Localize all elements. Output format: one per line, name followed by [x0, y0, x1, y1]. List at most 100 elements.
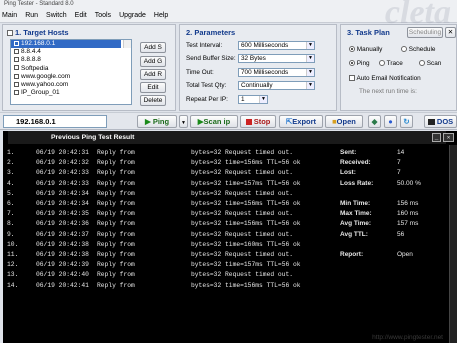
host-checkbox[interactable] [14, 48, 19, 54]
host-list-scrollbar[interactable]: ▲ ▼ [123, 40, 131, 49]
mode-schedule-radio[interactable]: Schedule [401, 46, 435, 53]
row-timestamp: 06/19 20:42:34 [36, 200, 89, 207]
address-field[interactable]: 192.168.0.1 [3, 115, 107, 128]
row-index: 12. [7, 261, 19, 269]
menu-edit[interactable]: Edit [75, 12, 87, 19]
ping-button[interactable]: ▶ Ping [137, 115, 177, 128]
results-scrollbar[interactable] [449, 145, 457, 343]
parameters-header: 2. Parameters [186, 28, 236, 37]
stat-value: 156 ms [397, 200, 419, 207]
row-index: 8. [7, 220, 15, 228]
close-icon[interactable]: ✕ [445, 27, 456, 38]
stat-label: Max Time: [340, 210, 372, 218]
repeat-select[interactable]: 1 ▼ [238, 95, 268, 104]
row-message: bytes=32 time=160ms TTL=56 ok [191, 240, 301, 248]
host-checkbox[interactable] [14, 65, 19, 71]
test-interval-select[interactable]: 600 Milliseconds ▼ [238, 41, 315, 50]
menu-help[interactable]: Help [154, 12, 168, 19]
menu-tools[interactable]: Tools [95, 12, 111, 19]
row-message: bytes=32 time=157ms TTL=56 ok [191, 179, 301, 187]
timeout-label: Time Out: [186, 69, 214, 76]
host-item[interactable]: 192.168.0.1 [11, 40, 121, 49]
host-item[interactable]: 8.8.8.8 [11, 56, 131, 64]
row-reply-from: Reply from [97, 271, 135, 279]
host-checkbox[interactable] [14, 81, 19, 87]
host-checkbox[interactable] [14, 73, 19, 79]
network-icon[interactable]: ◆ [368, 115, 381, 128]
mode-manually-radio[interactable]: Manually [349, 46, 382, 53]
row-message: bytes=32 time=157ms TTL=56 ok [191, 261, 301, 269]
row-timestamp: 06/19 20:42:38 [36, 240, 89, 248]
row-timestamp: 06/19 20:42:34 [36, 189, 89, 197]
export-button[interactable]: ⇱Export [279, 115, 323, 128]
total-qty-select[interactable]: Continually ▼ [238, 81, 315, 90]
parameters-panel: 2. Parameters Test Interval: 600 Millise… [179, 24, 337, 111]
play-icon: ▶ [144, 117, 151, 126]
minimize-icon[interactable]: _ [432, 133, 441, 142]
globe-icon[interactable]: ● [384, 115, 397, 128]
row-reply-from: Reply from [97, 230, 135, 238]
stat-label: Sent: [340, 149, 357, 156]
row-reply-from: Reply from [97, 251, 135, 258]
row-timestamp: 06/19 20:42:31 [36, 149, 89, 156]
row-reply-from: Reply from [97, 159, 135, 167]
stop-button[interactable]: Stop [240, 115, 276, 128]
radio-icon [401, 46, 407, 53]
row-index: 4. [7, 179, 15, 187]
host-item[interactable]: IP_Group_01 [11, 89, 131, 97]
host-checkbox[interactable] [14, 89, 19, 95]
report-open-link[interactable]: Open [397, 250, 413, 259]
scan-ip-button[interactable]: ▶Scan ip [190, 115, 238, 128]
row-timestamp: 06/19 20:42:33 [36, 169, 89, 177]
stat-label: Received: [340, 159, 371, 167]
add-group-button[interactable]: Add G [140, 56, 166, 67]
type-ping-radio[interactable]: Ping [349, 60, 370, 67]
timeout-select[interactable]: 700 Milliseconds ▼ [238, 68, 315, 77]
row-message: bytes=32 Request timed out. [191, 189, 294, 197]
row-reply-from: Reply from [97, 210, 135, 218]
auto-email-checkbox[interactable]: Auto Email Notification [349, 75, 421, 82]
type-trace-radio[interactable]: Trace [379, 60, 403, 67]
edit-button[interactable]: Edit [140, 82, 166, 93]
menu-upgrade[interactable]: Upgrade [119, 12, 146, 19]
menu-main[interactable]: Main [2, 12, 17, 19]
test-interval-label: Test Interval: [186, 42, 223, 49]
scheduling-button[interactable]: Scheduling [407, 27, 443, 38]
close-icon[interactable]: ✕ [443, 133, 454, 142]
buffer-size-select[interactable]: 32 Bytes ▼ [238, 54, 315, 63]
refresh-icon[interactable]: ↻ [400, 115, 413, 128]
host-checkbox[interactable] [14, 40, 19, 46]
stat-label: Loss Rate: [340, 179, 374, 187]
radio-icon [379, 60, 385, 67]
chevron-down-icon: ▼ [306, 55, 314, 62]
host-list[interactable]: 192.168.0.1 8.8.4.4 8.8.8.8 Softpedia ww… [10, 39, 132, 105]
stat-label: Avg TTL: [340, 230, 368, 238]
host-item[interactable]: www.yahoo.com [11, 81, 131, 89]
checkbox-icon [349, 75, 355, 82]
add-range-button[interactable]: Add R [140, 69, 166, 80]
open-button[interactable]: ■Open [325, 115, 363, 128]
row-timestamp: 06/19 20:42:38 [36, 251, 89, 258]
row-message: bytes=32 Request timed out. [191, 251, 294, 258]
menu-run[interactable]: Run [25, 12, 38, 19]
chevron-down-icon: ▼ [306, 82, 314, 89]
scroll-down-icon[interactable]: ▼ [127, 40, 131, 48]
host-item[interactable]: 8.8.4.4 [11, 48, 131, 56]
delete-button[interactable]: Delete [140, 95, 166, 106]
row-timestamp: 06/19 20:42:32 [36, 159, 89, 167]
dos-button[interactable]: DOS [424, 115, 457, 128]
host-item[interactable]: www.google.com [11, 73, 131, 81]
host-checkbox[interactable] [14, 57, 19, 63]
host-item[interactable]: Softpedia [11, 65, 131, 73]
ping-dropdown-button[interactable]: ▼ [179, 115, 188, 128]
chevron-down-icon: ▼ [306, 42, 314, 49]
menu-switch[interactable]: Switch [46, 12, 67, 19]
task-plan-panel: 3. Task Plan Scheduling ✕ Manually Sched… [340, 24, 457, 111]
row-timestamp: 06/19 20:42:41 [36, 281, 89, 289]
type-scan-radio[interactable]: Scan [419, 60, 441, 67]
add-single-button[interactable]: Add S [140, 42, 166, 53]
row-reply-from: Reply from [97, 189, 135, 197]
select-all-checkbox[interactable] [7, 30, 13, 37]
toolbar: 192.168.0.1 ▶ Ping ▼ ▶Scan ip Stop ⇱Expo… [0, 112, 457, 130]
radio-icon [419, 60, 425, 67]
